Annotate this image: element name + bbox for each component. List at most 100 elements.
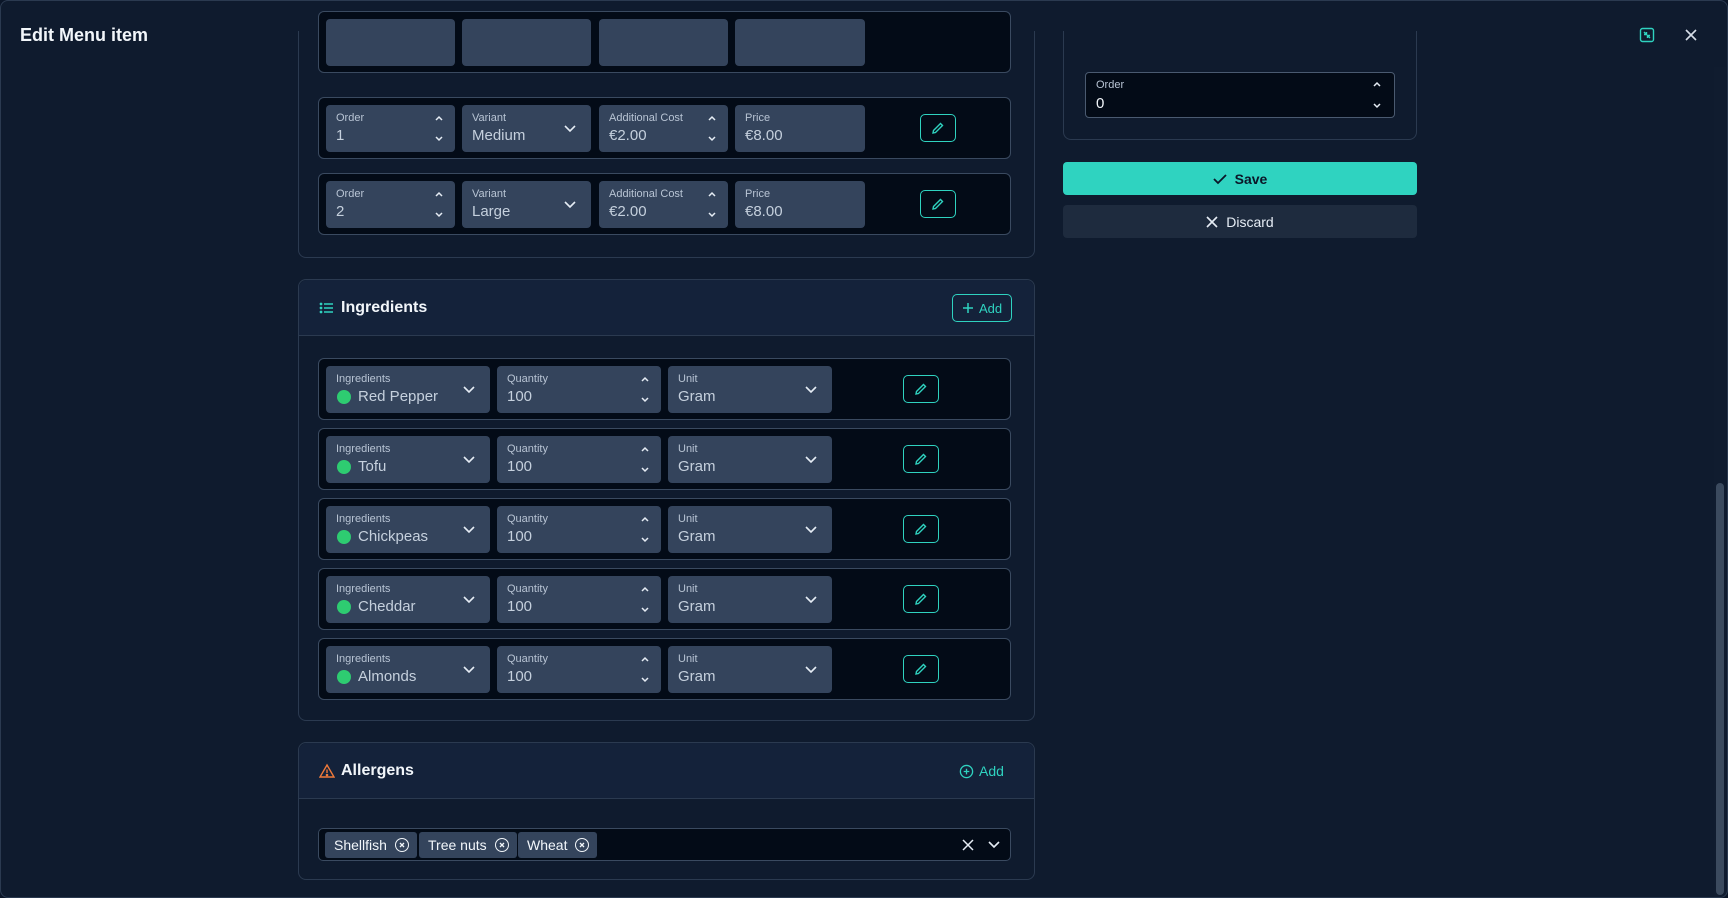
status-dot [337, 390, 351, 404]
decrement-icon[interactable] [640, 606, 650, 614]
edit-button[interactable] [903, 585, 939, 613]
ingredient-select[interactable]: Ingredients Red Pepper [326, 366, 490, 413]
allergens-panel: Allergens Add Shellfish Tree nuts Wheat [298, 742, 1035, 880]
decrement-icon[interactable] [640, 676, 650, 684]
plus-circle-icon [959, 764, 974, 778]
warning-icon [319, 763, 335, 778]
quantity-stepper[interactable]: Quantity 100 [497, 436, 661, 483]
ingredient-select[interactable]: Ingredients Cheddar [326, 576, 490, 623]
order-stepper[interactable]: Order 0 [1085, 72, 1395, 118]
increment-icon[interactable] [640, 585, 650, 593]
scroll-thumb[interactable] [1716, 483, 1724, 895]
quantity-stepper[interactable]: Quantity 100 [497, 576, 661, 623]
variant-row: Order 1 Variant Medium Additional Cost €… [318, 97, 1011, 159]
dialog-title: Edit Menu item [20, 25, 149, 45]
ingredient-row: Ingredients Red Pepper Quantity 100 Unit Gram [318, 358, 1011, 420]
chevron-down-icon [463, 526, 475, 534]
price-field: Price €8.00 [735, 105, 865, 152]
increment-icon[interactable] [640, 515, 650, 523]
quantity-stepper[interactable]: Quantity 100 [497, 646, 661, 693]
order-stepper[interactable]: Order 1 [326, 105, 455, 152]
increment-icon[interactable] [707, 114, 717, 122]
edit-button[interactable] [920, 190, 956, 218]
ingredient-row: Ingredients Tofu Quantity 100 Unit Gram [318, 428, 1011, 490]
increment-icon[interactable] [1372, 80, 1382, 88]
add-ingredient-button[interactable]: Add [952, 294, 1013, 322]
decrement-icon[interactable] [707, 135, 717, 143]
allergen-chip: Tree nuts [419, 832, 517, 858]
decrement-icon[interactable] [640, 536, 650, 544]
pencil-icon [932, 198, 944, 210]
increment-icon[interactable] [707, 190, 717, 198]
collapse-icon[interactable] [1637, 25, 1657, 45]
unit-select[interactable]: Unit Gram [668, 366, 832, 413]
edit-button[interactable] [903, 515, 939, 543]
additional-cost-stepper[interactable]: Additional Cost €2.00 [599, 105, 728, 152]
edit-menu-item-dialog: Edit Menu item Order 1 Variant Medium Ad… [0, 0, 1728, 898]
pencil-icon [915, 663, 927, 675]
remove-chip-icon[interactable] [575, 838, 590, 852]
variant-row: Order 2 Variant Large Additional Cost €2… [318, 173, 1011, 235]
ingredient-select[interactable]: Ingredients Almonds [326, 646, 490, 693]
plus-icon [963, 303, 973, 313]
increment-icon[interactable] [640, 445, 650, 453]
increment-icon[interactable] [640, 375, 650, 383]
save-button[interactable]: Save [1063, 162, 1417, 195]
close-icon [1206, 215, 1218, 228]
chevron-down-icon [805, 596, 817, 604]
ingredients-header: Ingredients Add [299, 280, 1034, 336]
chevron-down-icon [564, 125, 576, 133]
chevron-down-icon[interactable] [987, 839, 1001, 851]
order-stepper[interactable]: Order 2 [326, 181, 455, 228]
unit-select[interactable]: Unit Gram [668, 506, 832, 553]
allergen-chip: Shellfish [325, 832, 417, 858]
decrement-icon[interactable] [434, 135, 444, 143]
variant-select[interactable]: Variant Large [462, 181, 591, 228]
chevron-down-icon [463, 666, 475, 674]
edit-button[interactable] [903, 655, 939, 683]
decrement-icon[interactable] [640, 396, 650, 404]
decrement-icon[interactable] [1372, 102, 1382, 110]
unit-select[interactable]: Unit Gram [668, 646, 832, 693]
ingredients-panel: Ingredients Add Ingredients Red Pepper Qua… [298, 279, 1035, 721]
decrement-icon[interactable] [434, 211, 444, 219]
add-allergen-button[interactable]: Add [950, 757, 1013, 785]
quantity-stepper[interactable]: Quantity 100 [497, 366, 661, 413]
edit-button[interactable] [903, 445, 939, 473]
unit-select[interactable]: Unit Gram [668, 436, 832, 483]
chevron-down-icon [805, 456, 817, 464]
close-icon[interactable] [1681, 25, 1701, 45]
variant-select[interactable]: Variant Medium [462, 105, 591, 152]
ingredient-row: Ingredients Cheddar Quantity 100 Unit Gram [318, 568, 1011, 630]
edit-button[interactable] [920, 114, 956, 142]
increment-icon[interactable] [434, 190, 444, 198]
scrollbar[interactable] [1714, 67, 1726, 897]
quantity-stepper[interactable]: Quantity 100 [497, 506, 661, 553]
allergens-multiselect[interactable]: Shellfish Tree nuts Wheat [318, 828, 1011, 861]
ingredient-row: Ingredients Chickpeas Quantity 100 Unit Gram [318, 498, 1011, 560]
ingredient-row: Ingredients Almonds Quantity 100 Unit Gram [318, 638, 1011, 700]
status-dot [337, 460, 351, 474]
increment-icon[interactable] [434, 114, 444, 122]
chevron-down-icon [463, 596, 475, 604]
edit-button[interactable] [903, 375, 939, 403]
discard-button[interactable]: Discard [1063, 205, 1417, 238]
ingredient-select[interactable]: Ingredients Tofu [326, 436, 490, 483]
remove-chip-icon[interactable] [394, 838, 409, 852]
allergens-title: Allergens [341, 762, 414, 779]
additional-cost-stepper[interactable]: Additional Cost €2.00 [599, 181, 728, 228]
increment-icon[interactable] [640, 655, 650, 663]
chevron-down-icon [805, 386, 817, 394]
unit-select[interactable]: Unit Gram [668, 576, 832, 623]
chevron-down-icon [463, 456, 475, 464]
remove-chip-icon[interactable] [494, 838, 509, 852]
pencil-icon [932, 122, 944, 134]
status-dot [337, 600, 351, 614]
status-dot [337, 530, 351, 544]
ingredient-select[interactable]: Ingredients Chickpeas [326, 506, 490, 553]
pencil-icon [915, 593, 927, 605]
clear-all-icon[interactable] [962, 839, 974, 851]
list-icon [319, 302, 333, 314]
decrement-icon[interactable] [707, 211, 717, 219]
decrement-icon[interactable] [640, 466, 650, 474]
